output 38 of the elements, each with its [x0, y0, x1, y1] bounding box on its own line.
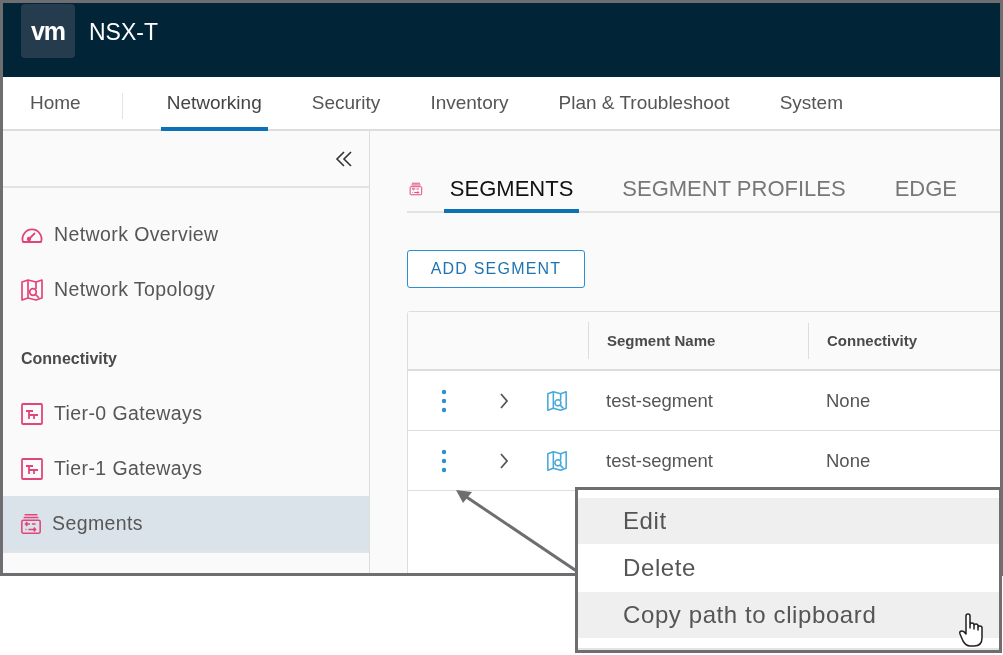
sidebar-item[interactable]: Segments: [3, 496, 369, 551]
vmware-logo: vm: [21, 4, 75, 58]
column-header: Segment Name: [589, 322, 809, 359]
map-search-icon: [546, 449, 568, 472]
hand-cursor-icon: [958, 612, 986, 648]
nav-tab[interactable]: Plan & Troubleshoot: [552, 77, 736, 131]
nav-tab[interactable]: Security: [305, 77, 387, 131]
content-tab[interactable]: SEGMENT PROFILES: [616, 171, 852, 213]
menu-item[interactable]: Edit: [578, 498, 999, 544]
content-tab[interactable]: EDGE: [888, 171, 963, 213]
sidebar-item[interactable]: Tier-0 Gateways: [3, 386, 369, 441]
chevron-icon[interactable]: [499, 392, 509, 409]
section-header: Connectivity: [21, 350, 117, 367]
segments-icon: [20, 512, 42, 535]
map-search-icon: [546, 389, 568, 412]
map-search-icon: [20, 277, 44, 302]
menu-item[interactable]: Delete: [578, 545, 999, 591]
sidebar-item[interactable]: Network Overview: [3, 207, 369, 262]
sidebar-item[interactable]: Tier-1 Gateways: [3, 441, 369, 496]
nav-tab[interactable]: System: [773, 77, 849, 131]
table-cell-text: test-segment: [605, 449, 714, 472]
menu-item[interactable]: Copy path to clipboard: [578, 592, 999, 638]
kebab-icon[interactable]: [441, 388, 447, 413]
nav-tab[interactable]: Home: [24, 77, 87, 131]
nav-tab[interactable]: Inventory: [424, 77, 515, 131]
gateway-icon: [20, 456, 44, 481]
gateway-icon: [20, 401, 44, 426]
table-cell-text: None: [825, 389, 872, 412]
kebab-icon[interactable]: [441, 448, 447, 473]
table-cell-text: test-segment: [605, 389, 714, 412]
column-header: Connectivity: [826, 330, 918, 351]
sidebar-item[interactable]: Network Topology: [3, 262, 369, 317]
collapse-icon[interactable]: [335, 149, 353, 168]
app-title: NSX-T: [89, 19, 158, 46]
chevron-icon[interactable]: [499, 452, 509, 469]
content-tab[interactable]: SEGMENTS: [443, 171, 580, 213]
table-cell-text: None: [825, 449, 872, 472]
add-segment-button[interactable]: ADD SEGMENT: [407, 250, 585, 288]
